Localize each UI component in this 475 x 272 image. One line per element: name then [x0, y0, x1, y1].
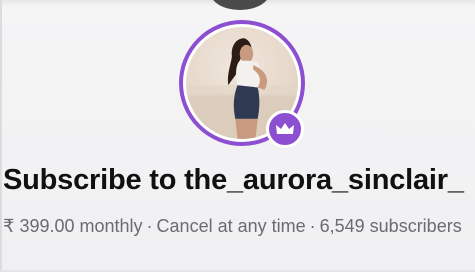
subscription-meta: ₹ 399.00 monthly · Cancel at any time · 6,54…: [3, 215, 473, 237]
left-edge: [0, 0, 2, 272]
subscriber-count: 6,549 subscribers: [319, 216, 462, 236]
cancel-note: Cancel at any time: [156, 216, 306, 236]
meta-separator: ·: [146, 216, 153, 236]
crown-icon: [276, 123, 294, 134]
subscribe-title: Subscribe to the_aurora_sinclair_: [3, 164, 464, 196]
subscription-header: Subscribe to the_aurora_sinclair_ ₹ 399.…: [0, 0, 475, 272]
price-text: ₹ 399.00 monthly: [3, 216, 143, 236]
crown-badge: [266, 110, 304, 148]
meta-separator: ·: [309, 216, 316, 236]
